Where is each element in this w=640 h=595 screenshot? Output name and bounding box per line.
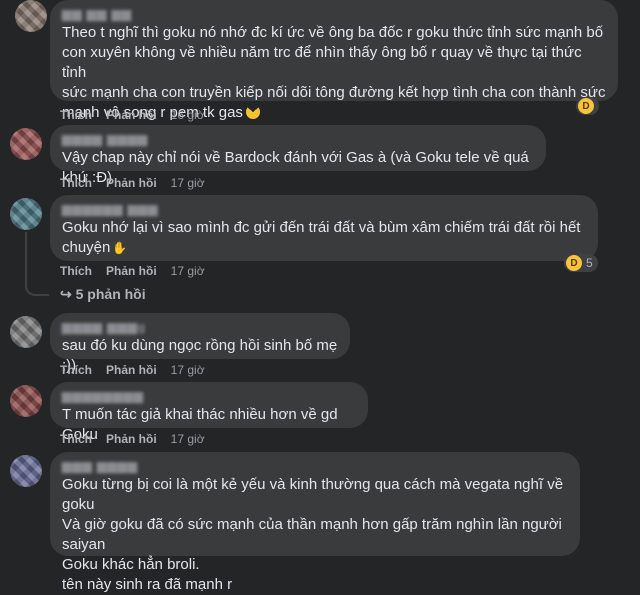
comment-text: Goku từng bị coi là một kẻ yếu và kinh t… xyxy=(62,476,564,593)
commenter-name[interactable]: ▆▆▆▆▆▆ ▆▆▆ xyxy=(62,202,586,216)
reply-button[interactable]: Phản hồi xyxy=(106,176,157,190)
view-replies-link[interactable]: ↪ 5 phản hồi xyxy=(60,286,146,303)
replies-count[interactable]: 5 phản hồi xyxy=(76,286,146,302)
reply-button[interactable]: Phản hồi xyxy=(106,108,157,122)
like-button[interactable]: Thích xyxy=(60,108,92,122)
comment-bubble: ▆▆▆▆▆▆▆▆ T muốn tác giả khai thác nhiều … xyxy=(50,382,368,443)
reaction-badge[interactable]: D xyxy=(576,97,599,115)
comment-time[interactable]: 17 giờ xyxy=(171,176,205,190)
comment-time[interactable]: 17 giờ xyxy=(171,432,205,446)
comment-actions: Thích Phản hồi 17 giờ xyxy=(60,363,205,377)
avatar[interactable] xyxy=(10,316,42,348)
reply-button[interactable]: Phản hồi xyxy=(106,264,157,278)
commenter-name[interactable]: ▆▆▆▆ ▆▆▆▆ xyxy=(62,132,534,146)
comment-bubble: ▆▆▆▆▆▆ ▆▆▆ Goku nhớ lại vì sao mình đc g… xyxy=(50,195,598,261)
avatar[interactable] xyxy=(10,198,42,230)
commenter-name[interactable]: ▆▆▆▆ ▆▆▆g xyxy=(62,320,338,334)
comment-bubble: ▆▆▆ ▆▆▆▆ Goku từng bị coi là một kẻ yếu … xyxy=(50,452,580,593)
avatar[interactable] xyxy=(10,128,42,160)
comment-actions: Thích Phản hồi 17 giờ xyxy=(60,264,205,278)
hand-emoji-icon: ✋ xyxy=(112,241,128,255)
comment-actions: Thích Phản hồi 17 giờ xyxy=(60,432,205,446)
avatar[interactable] xyxy=(15,0,47,32)
reply-arrow-icon: ↪ xyxy=(60,286,72,302)
comment-text: Goku nhớ lại vì sao mình đc gửi đến trái… xyxy=(62,219,581,256)
haha-emoji-icon: D xyxy=(566,255,582,271)
thread-line xyxy=(25,232,49,296)
emoji-icon xyxy=(245,105,260,119)
commenter-name[interactable]: ▆▆ ▆▆ ▆▆ xyxy=(62,7,606,21)
reaction-count: 5 xyxy=(586,256,593,270)
reply-button[interactable]: Phản hồi xyxy=(106,432,157,446)
comment-actions: Thích Phản hồi 17 giờ xyxy=(60,176,205,190)
like-button[interactable]: Thích xyxy=(60,363,92,377)
comment-time[interactable]: 17 giờ xyxy=(171,363,205,377)
like-button[interactable]: Thích xyxy=(60,432,92,446)
reaction-badge[interactable]: D 5 xyxy=(564,254,598,272)
comment-bubble: ▆▆ ▆▆ ▆▆ Theo t nghĩ thì goku nó nhớ đc … xyxy=(50,0,618,121)
comment-text: Theo t nghĩ thì goku nó nhớ đc kí ức về … xyxy=(62,24,606,121)
comment-time[interactable]: 16 giờ xyxy=(171,108,205,122)
commenter-name[interactable]: ▆▆▆ ▆▆▆▆ xyxy=(62,459,568,473)
comment-bubble: ▆▆▆▆ ▆▆▆g sau đó ku dùng ngọc rồng hồi s… xyxy=(50,313,350,374)
comment-actions: Thích Phản hồi 16 giờ xyxy=(60,108,205,122)
comment-bubble: ▆▆▆▆ ▆▆▆▆ Vậy chap này chỉ nói về Bardoc… xyxy=(50,125,546,186)
haha-emoji-icon: D xyxy=(578,98,594,114)
comment-time[interactable]: 17 giờ xyxy=(171,264,205,278)
commenter-name[interactable]: ▆▆▆▆▆▆▆▆ xyxy=(62,389,356,403)
like-button[interactable]: Thích xyxy=(60,176,92,190)
reply-button[interactable]: Phản hồi xyxy=(106,363,157,377)
like-button[interactable]: Thích xyxy=(60,264,92,278)
avatar[interactable] xyxy=(10,455,42,487)
avatar[interactable] xyxy=(10,385,42,417)
